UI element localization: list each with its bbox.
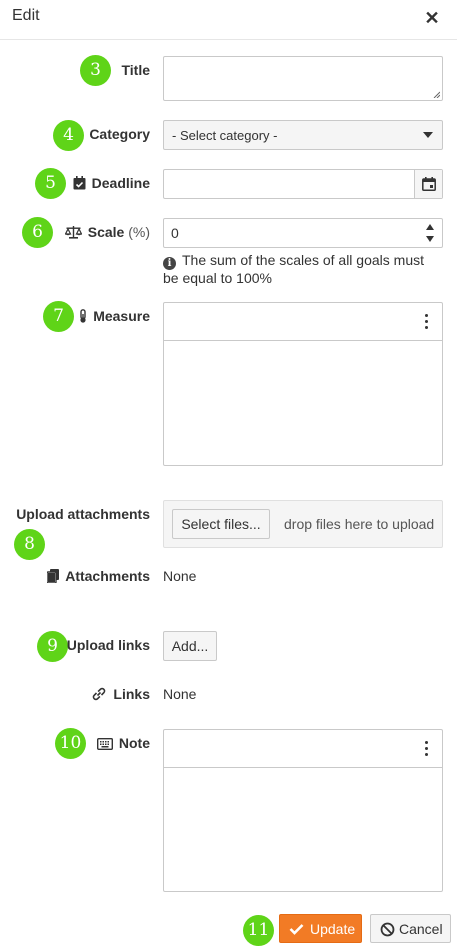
link-icon [93, 687, 106, 701]
date-picker-button[interactable] [414, 170, 442, 198]
scale-stepper[interactable] [418, 219, 442, 247]
copy-icon [46, 569, 60, 584]
deadline-label: Deadline [73, 175, 150, 191]
step-badge: 4 [53, 120, 84, 151]
cancel-button[interactable]: Cancel [370, 914, 451, 943]
close-icon[interactable]: ✕ [422, 8, 442, 28]
step-badge: 7 [43, 301, 74, 332]
select-files-button[interactable]: Select files... [172, 509, 270, 539]
resize-handle-icon[interactable] [432, 90, 440, 98]
info-icon: i [163, 257, 176, 270]
step-badge: 3 [80, 55, 111, 86]
step-badge: 5 [35, 168, 66, 199]
measure-label: Measure [79, 308, 150, 324]
scale-hint: i The sum of the scales of all goals must… [163, 252, 424, 286]
check-icon [289, 924, 304, 935]
title-input[interactable] [163, 56, 443, 101]
deadline-input[interactable] [163, 169, 443, 199]
editor-toolbar [164, 303, 442, 341]
drop-hint: drop files here to upload [284, 516, 435, 532]
attachments-value: None [163, 568, 197, 584]
category-selected-value: - Select category - [172, 128, 278, 143]
scale-unit: (%) [128, 224, 150, 240]
category-select[interactable]: - Select category - [163, 120, 443, 150]
step-badge: 10 [55, 728, 86, 759]
category-label: Category [89, 126, 150, 142]
cancel-label: Cancel [399, 921, 443, 937]
step-badge: 8 [14, 529, 45, 560]
calendar-check-icon [73, 176, 86, 190]
update-label: Update [310, 921, 356, 937]
caret-down-icon [423, 132, 433, 138]
editor-toolbar [164, 730, 442, 768]
step-badge: 11 [243, 915, 274, 946]
calendar-icon [422, 177, 436, 191]
balance-scale-icon [64, 226, 83, 239]
links-label: Links [91, 686, 150, 702]
upload-dropzone[interactable]: Select files... drop files here to uploa… [163, 500, 443, 548]
note-editor[interactable] [163, 729, 443, 892]
scale-input[interactable]: 0 [163, 218, 443, 248]
dialog-title: Edit [12, 7, 40, 24]
measure-editor[interactable] [163, 302, 443, 466]
update-button[interactable]: Update [279, 914, 362, 943]
upload-links-label: Upload links [66, 637, 150, 653]
scale-value: 0 [171, 225, 179, 241]
cancel-icon [380, 922, 395, 937]
upload-attachments-label: Upload attachments [16, 506, 150, 522]
dialog-header: Edit ✕ [0, 0, 457, 40]
more-vertical-icon[interactable] [425, 741, 429, 759]
keyboard-icon [96, 737, 113, 751]
increment-icon[interactable] [426, 224, 434, 230]
step-badge: 6 [22, 217, 53, 248]
thermometer-icon [80, 309, 86, 323]
links-value: None [163, 686, 197, 702]
scale-label: Scale (%) [64, 224, 150, 240]
title-label: Title [121, 62, 150, 78]
add-link-button[interactable]: Add... [163, 631, 217, 661]
more-vertical-icon[interactable] [425, 314, 429, 332]
decrement-icon[interactable] [426, 236, 434, 242]
attachments-label: Attachments [46, 568, 150, 584]
step-badge: 9 [37, 631, 68, 662]
note-label: Note [96, 735, 150, 751]
